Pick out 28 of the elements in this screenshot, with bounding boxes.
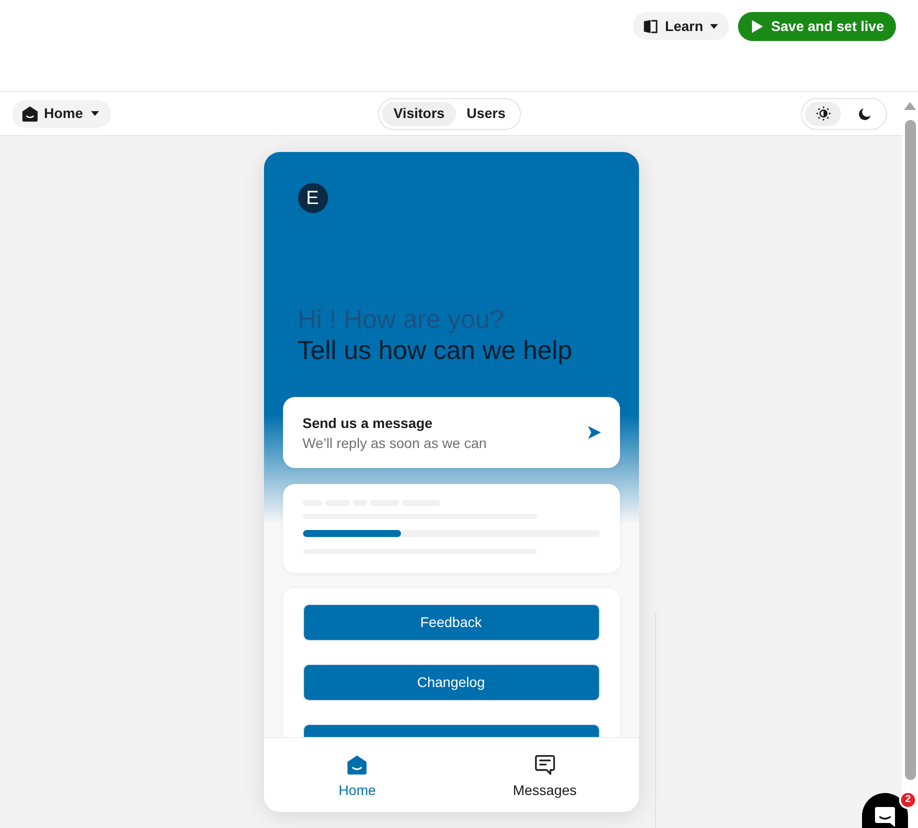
caret-icon [710, 24, 718, 28]
moon-icon [858, 106, 872, 120]
message-card-title: Send us a message [302, 414, 434, 432]
headline-text: Tell us how can we help [298, 335, 572, 366]
scrollbar-thumb[interactable] [904, 120, 916, 780]
nav-tab[interactable]: Messages [451, 738, 638, 812]
play-icon [752, 20, 764, 33]
logo: E [298, 183, 328, 213]
link-button[interactable]: Feedback [302, 604, 600, 641]
audience-tab[interactable]: Users [456, 102, 517, 126]
caret-icon [90, 111, 99, 116]
learn-button[interactable]: Learn [633, 12, 730, 40]
light-mode-button[interactable] [805, 102, 841, 126]
send-arrow-icon [588, 426, 600, 439]
link-button[interactable] [302, 724, 600, 737]
home-icon [22, 106, 38, 122]
sun-icon [816, 106, 830, 121]
message-card-subtitle: We’ll reply as soon as we can [302, 434, 487, 452]
home-icon [347, 755, 368, 775]
nav-tab[interactable]: Home [264, 738, 451, 812]
audience-tab[interactable]: Visitors [382, 102, 456, 126]
link-button[interactable]: Changelog [302, 664, 600, 701]
save-live-button[interactable]: Save and set live [738, 12, 896, 41]
page-select[interactable]: Home [12, 100, 111, 128]
chat-bubble-icon [874, 806, 896, 828]
book-icon [643, 18, 658, 34]
send-message-card[interactable]: Send us a message We’ll reply as soon as we can [282, 397, 620, 468]
message-icon [534, 755, 555, 775]
